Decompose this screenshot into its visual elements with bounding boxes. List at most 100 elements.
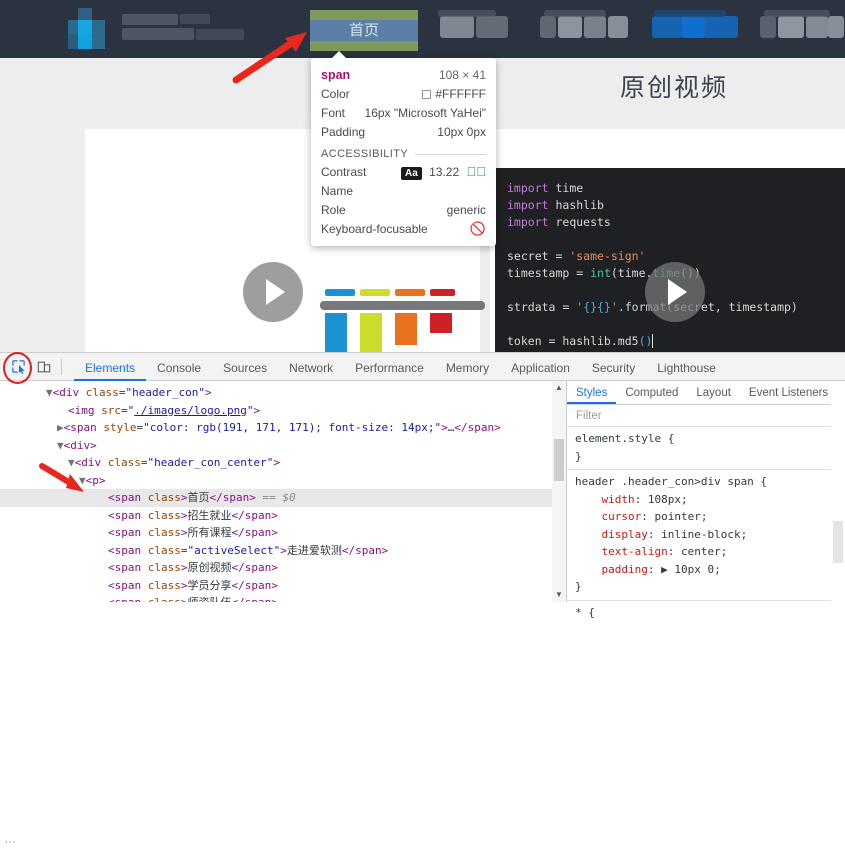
site-logo-icon[interactable] [68,8,110,51]
dom-row[interactable]: ▼<div class="header_con"> [0,384,552,402]
tab-console[interactable]: Console [146,354,212,381]
web-page-viewport: irtest import time import hashlib import… [0,0,845,352]
tooltip-label-font: Font [321,105,346,120]
dom-row[interactable]: ▼<div> [0,437,552,455]
brand-logo-graphic [285,289,485,352]
keyboard-focusable-fail-icon: 🚫 [469,220,486,236]
dom-row[interactable]: <span class="activeSelect">走进爱软测</span> [0,542,552,560]
tab-network[interactable]: Network [278,354,344,381]
contrast-pass-icon: ✓⃝ [466,163,487,179]
css-prop-display[interactable]: display [602,528,648,541]
dom-scrollbar[interactable]: ▲ ▼ [552,381,566,602]
tooltip-row-color: Color #FFFFFF [321,84,486,103]
toolbar-divider [61,358,62,375]
css-value-text-align[interactable]: center [681,545,721,558]
tooltip-value-color: #FFFFFF [422,87,486,101]
tooltip-row-font: Font 16px "Microsoft YaHei" [321,103,486,122]
dom-row[interactable]: <span class>原创视频</span> [0,559,552,577]
tab-application[interactable]: Application [500,354,581,381]
css-rule-header-span[interactable]: header .header_con>div span { width: 108… [567,470,845,601]
tooltip-value-font: 16px "Microsoft YaHei" [364,105,486,120]
styles-panel: Styles Computed Layout Event Listeners F… [566,381,845,619]
nav-item-招生就业[interactable] [438,8,518,50]
play-button-right[interactable] [645,262,705,322]
styles-filter-input[interactable]: Filter [567,405,845,427]
color-swatch-icon [422,89,432,99]
site-header: 首页 [0,0,845,58]
tooltip-row-name: Name [321,181,486,200]
contrast-aa-badge: Aa [400,166,422,180]
tab-computed[interactable]: Computed [616,381,687,404]
css-prop-text-align[interactable]: text-align [602,545,668,558]
css-selector: header .header_con>div span { [575,475,768,488]
devtools-toolbar: Elements Console Sources Network Perform… [0,353,845,381]
dom-row-selected[interactable]: <span class>首页</span> == $0 [0,489,552,507]
css-selector: element.style { [575,432,675,445]
tab-styles[interactable]: Styles [567,381,617,404]
tooltip-dimensions: 108 × 41 [438,67,486,82]
inspect-tooltip: span 108 × 41 Color #FFFFFF Font 16px "M… [311,51,496,246]
css-value-display[interactable]: inline-block [661,528,740,541]
css-rule-close: } [575,449,582,463]
site-logo-wordmark [122,14,250,44]
tooltip-label-contrast: Contrast [321,164,367,179]
devtools-panel: Elements Console Sources Network Perform… [0,352,845,848]
dom-row[interactable]: <span class>学员分享</span> [0,577,552,595]
scroll-up-arrow-icon[interactable]: ▲ [552,381,566,395]
nav-item-首页-highlighted[interactable]: 首页 [310,10,418,51]
tab-performance[interactable]: Performance [344,354,435,381]
css-value-width[interactable]: 108px [648,493,681,506]
divider [415,153,486,155]
dom-row[interactable]: <img src="./images/logo.png"> [0,402,552,420]
nav-item-原创视频[interactable] [760,8,845,50]
tooltip-label-keyboard: Keyboard-focusable [321,221,428,236]
css-prop-padding[interactable]: padding [602,563,648,576]
tab-layout[interactable]: Layout [687,381,740,404]
tooltip-value-contrast: Aa 13.22 ✓⃝ [400,163,487,180]
dom-row[interactable]: <span class>招生就业</span> [0,507,552,525]
tooltip-tag-name: span [321,67,351,82]
dom-row[interactable]: ▶<span style="color: rgb(191, 171, 171);… [0,419,552,437]
tooltip-value-role: generic [446,202,486,217]
nav-item-所有课程[interactable] [540,8,632,50]
device-toolbar-icon[interactable] [31,354,57,380]
tab-sources[interactable]: Sources [212,354,278,381]
styles-tab-bar: Styles Computed Layout Event Listeners [567,381,845,405]
css-prop-cursor[interactable]: cursor [602,510,642,523]
dom-row[interactable]: ▼<div class="header_con_center"> [0,454,552,472]
tooltip-arrow-icon [331,51,347,59]
dom-row[interactable]: <span class>所有课程</span> [0,524,552,542]
css-value-padding[interactable]: ▶ 10px 0 [661,563,714,576]
css-rule-element-style[interactable]: element.style { } [567,427,845,470]
css-rule-close: } [575,580,582,593]
tooltip-label-name: Name [321,183,354,198]
scroll-down-arrow-icon[interactable]: ▼ [552,588,566,602]
css-selector: * { [575,605,595,619]
styles-scrollbar[interactable] [831,381,845,602]
styles-scrollbar-thumb[interactable] [833,521,843,563]
tab-elements[interactable]: Elements [74,354,147,381]
tab-memory[interactable]: Memory [435,354,500,381]
annotation-ellipse-inspect-icon [3,352,32,384]
dom-ellipsis-badge[interactable]: ··· [2,836,18,850]
tooltip-label-color: Color [321,86,350,101]
tooltip-value-padding: 10px 0px [437,124,486,139]
css-prop-width[interactable]: width [602,493,635,506]
tab-lighthouse[interactable]: Lighthouse [646,354,727,381]
tooltip-accessibility-header: ACCESSIBILITY [321,148,486,160]
styles-filter-placeholder: Filter [576,409,602,422]
tooltip-label-padding: Padding [321,124,366,139]
css-value-cursor[interactable]: pointer [655,510,701,523]
tab-event-listeners[interactable]: Event Listeners [740,381,837,404]
tooltip-row-role: Role generic [321,200,486,219]
nav-item-label: 首页 [348,22,379,39]
css-rule-universal[interactable]: * { [567,601,845,626]
tab-security[interactable]: Security [581,354,646,381]
tooltip-tag-row: span 108 × 41 [321,65,486,84]
dom-row[interactable]: ▼<p> [0,472,552,490]
device-toolbar-glyph [37,361,51,372]
dom-tree[interactable]: ▼<div class="header_con"> <img src="./im… [0,381,552,602]
scrollbar-thumb[interactable] [554,439,564,481]
nav-item-走进爱软测[interactable] [652,8,744,50]
play-button-left[interactable] [243,262,303,322]
